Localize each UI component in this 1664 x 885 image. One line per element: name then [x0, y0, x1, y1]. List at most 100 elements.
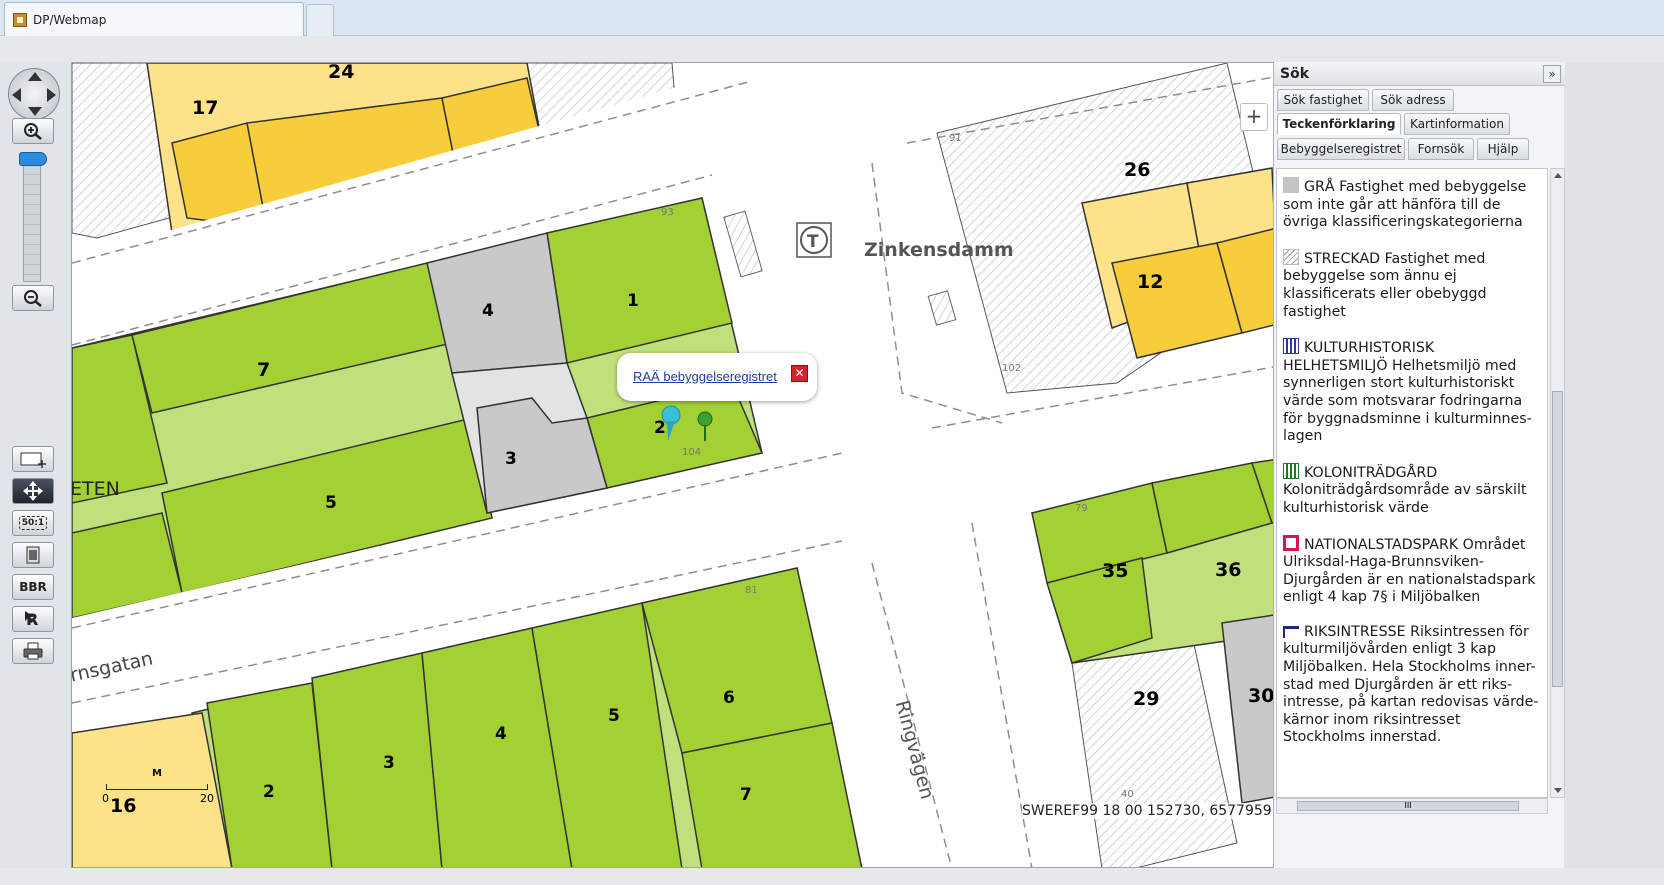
street-label-zinkensdamm: Zinkensdamm — [864, 239, 1014, 261]
gray-square-icon — [1283, 177, 1299, 193]
printer-icon — [23, 642, 43, 660]
tab-teckenforklaring[interactable]: Teckenförklaring — [1277, 113, 1401, 135]
pan-tool-button[interactable] — [12, 478, 54, 504]
scale-button[interactable]: 50:1 — [12, 510, 54, 536]
legend-text: RIKSINTRESSE Riksintressen för kulturmil… — [1283, 623, 1539, 746]
document-icon — [26, 546, 40, 564]
panel-title: Sök — [1280, 66, 1310, 82]
map-small-label: 91 — [949, 133, 962, 144]
legend-item-gra: GRÅ Fastighet med bebyggelse som inte gå… — [1283, 177, 1543, 232]
browser-tab[interactable]: DP/Webmap — [4, 2, 304, 36]
legend-text: KULTURHISTORISK HELHETSMILJÖ Helhetsmilj… — [1283, 340, 1532, 445]
parcel-label: 30 — [1248, 685, 1275, 707]
map-canvas[interactable]: T 24 17 4 1 7 3 2 5 26 12 35 36 29 30 5 … — [71, 62, 1351, 868]
zoom-in-button[interactable] — [12, 118, 54, 144]
zoom-slider-handle[interactable] — [19, 152, 47, 166]
pan-control[interactable] — [8, 68, 60, 120]
parcel-label: 35 — [1102, 560, 1129, 582]
map-green-parcel[interactable] — [311, 652, 443, 868]
parcel-label: 36 — [1215, 559, 1242, 581]
webmap-app-icon — [13, 13, 27, 27]
parcel-label: 7 — [257, 359, 271, 381]
map-small-label: 102 — [1002, 363, 1022, 374]
parcel-label: 3 — [505, 449, 517, 469]
pan-up-icon[interactable] — [28, 72, 42, 81]
scale-twenty-label: 20 — [200, 792, 214, 805]
pink-outline-square-icon — [1283, 534, 1299, 551]
legend-text: NATIONALSTADSPARK Området Ulriksdal-Haga… — [1283, 536, 1536, 606]
info-tool-button[interactable]: R — [12, 606, 54, 632]
legend-item-riksintresse: RIKSINTRESSE Riksintressen för kulturmil… — [1283, 624, 1543, 747]
legend-item-kulturhistorisk: KULTURHISTORISK HELHETSMILJÖ Helhetsmilj… — [1283, 338, 1543, 446]
map-info-popup: RAÄ bebyggelseregistret ✕ — [617, 353, 817, 401]
bbr-button[interactable]: BBR — [12, 574, 54, 600]
map-expand-button[interactable]: + — [1240, 103, 1268, 131]
top-toolbar — [0, 36, 1664, 62]
map-small-label: 40 — [1121, 789, 1134, 800]
move-arrows-icon — [23, 481, 43, 501]
zoom-in-icon — [24, 123, 42, 140]
parcel-label: 17 — [192, 97, 219, 119]
parcel-label: 7 — [740, 785, 752, 805]
street-label-eten: ETEN — [71, 478, 120, 500]
scroll-down-icon[interactable] — [1554, 788, 1562, 793]
pan-left-icon[interactable] — [12, 88, 21, 102]
parcel-label: 5 — [325, 493, 337, 513]
print-preview-button[interactable] — [12, 542, 54, 568]
collapse-panel-button[interactable]: » — [1543, 65, 1561, 83]
scrollbar-thumb[interactable]: III — [1297, 801, 1519, 811]
search-panel: Sök » Sök fastighet Sök adress Teckenför… — [1273, 62, 1565, 868]
new-tab-button[interactable] — [306, 4, 334, 36]
scrollbar-thumb[interactable] — [1552, 391, 1563, 687]
scale-line — [106, 784, 208, 790]
map-small-label: 93 — [661, 207, 674, 218]
zoom-out-icon — [24, 290, 42, 307]
legend-text: GRÅ Fastighet med bebyggelse som inte gå… — [1283, 179, 1527, 231]
svg-text:T: T — [807, 232, 819, 252]
legend-vertical-scrollbar[interactable] — [1550, 168, 1565, 798]
pointer-info-icon: R — [25, 610, 38, 629]
popup-close-button[interactable]: ✕ — [791, 365, 808, 382]
tab-hjalp[interactable]: Hjälp — [1477, 138, 1529, 160]
map-hatched-parcel[interactable] — [1071, 634, 1238, 868]
parcel-label: 5 — [608, 706, 620, 726]
map-base-layer[interactable]: T — [72, 63, 1351, 868]
browser-tab-strip: DP/Webmap — [0, 0, 1664, 36]
popup-link-raa[interactable]: RAÄ bebyggelseregistret — [633, 369, 777, 384]
legend-item-nationalstadspark: NATIONALSTADSPARK Området Ulriksdal-Haga… — [1283, 534, 1543, 607]
scale-zero-label: 0 — [102, 792, 109, 805]
parcel-label: 4 — [495, 724, 507, 744]
legend-item-streckad: STRECKAD Fastighet med bebyggelse som än… — [1283, 248, 1543, 321]
print-button[interactable] — [12, 638, 54, 664]
tab-sok-adress[interactable]: Sök adress — [1372, 89, 1454, 111]
parcel-label: 4 — [482, 301, 494, 321]
browser-tab-title: DP/Webmap — [33, 13, 107, 27]
status-bar — [0, 868, 1664, 885]
map-tool-column: 50:1 BBR R — [0, 62, 70, 868]
parcel-label: 26 — [1124, 159, 1151, 181]
coordinate-readout: SWEREF99 18 00 152730, 6577959 — [1022, 803, 1272, 819]
green-striped-square-icon — [1283, 462, 1299, 479]
tab-fornsok[interactable]: Fornsök — [1408, 138, 1474, 160]
parcel-label: 3 — [383, 753, 395, 773]
panel-header: Sök » — [1274, 62, 1565, 86]
zoom-slider-track[interactable] — [23, 154, 41, 282]
tab-kartinformation[interactable]: Kartinformation — [1404, 113, 1510, 135]
scroll-up-icon[interactable] — [1554, 173, 1562, 178]
blue-striped-square-icon — [1283, 338, 1299, 355]
zoom-out-button[interactable] — [12, 285, 54, 311]
legend-horizontal-scrollbar[interactable]: III — [1276, 798, 1548, 814]
zoom-box-button[interactable] — [12, 446, 54, 472]
scale-unit-label: M — [152, 768, 162, 779]
parcel-label: 24 — [328, 62, 355, 83]
tab-bebyggelseregistret[interactable]: Bebyggelseregistret — [1277, 138, 1405, 160]
scale-label: 50:1 — [18, 516, 48, 530]
legend-item-kolonitradgard: KOLONITRÄDGÅRD Koloniträdgårdsområde av … — [1283, 462, 1543, 518]
zoom-box-icon — [20, 452, 46, 468]
location-pin-icon[interactable] — [657, 399, 717, 449]
tab-sok-fastighet[interactable]: Sök fastighet — [1277, 89, 1369, 111]
scale-bar: M 0 20 — [102, 768, 214, 806]
pan-down-icon[interactable] — [28, 107, 42, 116]
parcel-label: 6 — [723, 688, 735, 708]
pan-right-icon[interactable] — [47, 88, 56, 102]
